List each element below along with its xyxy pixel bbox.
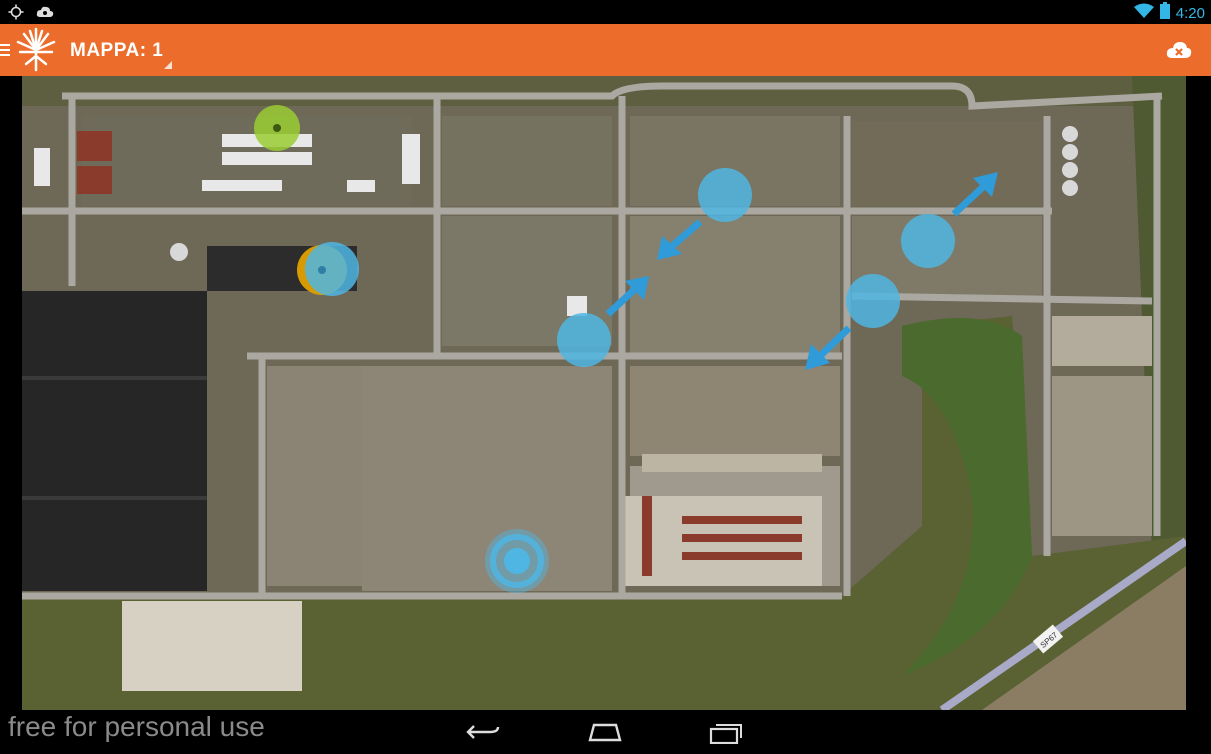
blue-marker[interactable] [901, 214, 955, 268]
satellite-map[interactable]: SP67 [22, 76, 1186, 710]
cloud-notification-icon [36, 5, 54, 24]
blue-marker[interactable] [557, 313, 611, 367]
wifi-icon [1133, 3, 1154, 24]
cloud-sync-icon[interactable] [1166, 40, 1192, 65]
tree-logo-icon[interactable] [12, 26, 60, 79]
back-icon[interactable] [466, 722, 500, 747]
spinner-indicator-icon [164, 61, 172, 69]
home-icon[interactable] [586, 722, 624, 747]
map-title[interactable]: MAPPA: 1 [70, 40, 163, 62]
blue-marker[interactable] [698, 168, 752, 222]
watermark-text: free for personal use [8, 711, 265, 742]
battery-icon [1159, 2, 1170, 24]
action-bar: MAPPA: 1 [0, 24, 1211, 76]
status-bar: 4:20 [0, 0, 1211, 24]
clock: 4:20 [1175, 4, 1205, 22]
current-location-marker[interactable] [485, 529, 549, 593]
location-icon [8, 4, 24, 25]
blue-marker[interactable] [846, 274, 900, 328]
recent-apps-icon[interactable] [708, 722, 744, 749]
green-marker[interactable] [254, 105, 300, 151]
drawer-menu-icon[interactable] [0, 42, 10, 63]
